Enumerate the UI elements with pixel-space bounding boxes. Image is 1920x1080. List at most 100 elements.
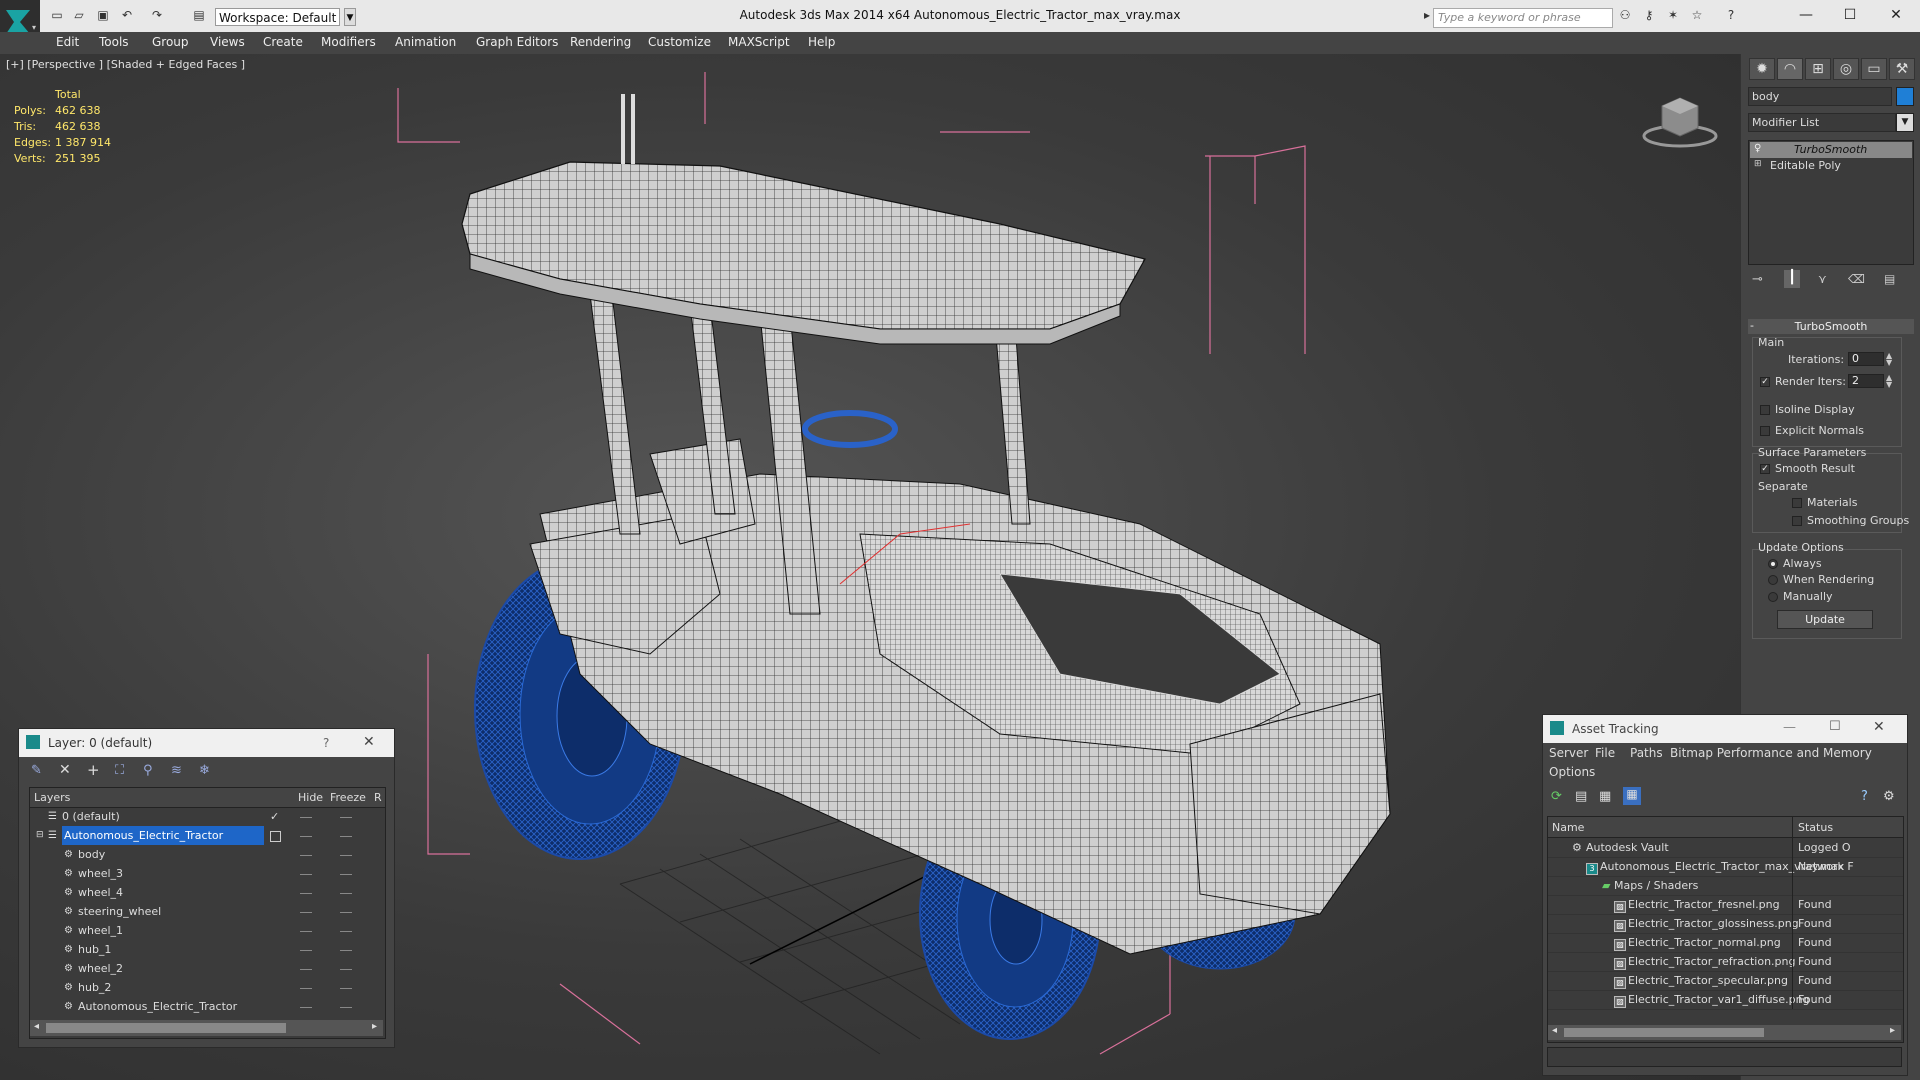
display-tab-icon[interactable]: ▭ xyxy=(1861,58,1887,80)
menu-tools[interactable]: Tools xyxy=(99,35,129,49)
asset-row[interactable]: ▨ Electric_Tractor_normal.png Found xyxy=(1548,933,1903,953)
menu-file[interactable]: File xyxy=(1595,746,1615,760)
motion-tab-icon[interactable]: ◎ xyxy=(1833,58,1859,80)
smoothing-groups-checkbox[interactable] xyxy=(1792,516,1802,526)
save-file-icon[interactable]: ▣ xyxy=(96,9,110,21)
asset-row[interactable]: 3 Autonomous_Electric_Tractor_max_vray.m… xyxy=(1548,857,1903,877)
object-row[interactable]: ⚙ wheel_4 xyxy=(30,883,385,902)
select-objects-icon[interactable]: ⛶ xyxy=(115,763,124,778)
modifier-list-dropdown[interactable]: Modifier List xyxy=(1748,113,1896,132)
chevron-down-icon[interactable]: ▼ xyxy=(1896,113,1914,132)
workspace-dropdown[interactable]: Workspace: Default xyxy=(215,8,340,26)
menu-create[interactable]: Create xyxy=(263,35,303,49)
menu-modifiers[interactable]: Modifiers xyxy=(321,35,376,49)
scroll-left-icon[interactable]: ◂ xyxy=(1552,1025,1557,1036)
object-row[interactable]: ⚙ wheel_2 xyxy=(30,959,385,978)
help-icon[interactable]: ? xyxy=(1861,789,1868,804)
manually-radio[interactable] xyxy=(1768,592,1778,602)
scroll-left-icon[interactable]: ◂ xyxy=(34,1021,39,1032)
menu-paths[interactable]: Paths xyxy=(1630,746,1663,760)
minimize-icon[interactable]: — xyxy=(1783,720,1796,735)
key-icon[interactable]: ⚷ xyxy=(1642,9,1656,21)
collapse-minus-icon[interactable]: ⊟ xyxy=(36,826,44,845)
settings-icon[interactable]: ⚙ xyxy=(1883,789,1895,804)
layer-row-selected[interactable]: ⊟ ☰ Autonomous_Electric_Tractor xyxy=(30,826,385,845)
object-row[interactable]: ⚙ Autonomous_Electric_Tractor xyxy=(30,997,385,1016)
object-row[interactable]: ⚙ body xyxy=(30,845,385,864)
menu-customize[interactable]: Customize xyxy=(648,35,711,49)
asset-row[interactable]: ▨ Electric_Tractor_var1_diffuse.png Foun… xyxy=(1548,990,1903,1010)
utilities-tab-icon[interactable]: ⚒ xyxy=(1889,58,1915,80)
maximize-icon[interactable]: ☐ xyxy=(1829,719,1841,734)
create-tab-icon[interactable]: ✹ xyxy=(1749,58,1775,80)
scroll-right-icon[interactable]: ▸ xyxy=(372,1021,377,1032)
remove-modifier-icon[interactable]: ⌫ xyxy=(1848,272,1865,286)
favorites-star-icon[interactable]: ☆ xyxy=(1690,9,1704,21)
close-icon[interactable]: ✕ xyxy=(363,734,375,750)
iterations-spinner[interactable]: 0 xyxy=(1848,352,1884,366)
col-layers[interactable]: Layers xyxy=(34,791,70,804)
scrollbar-thumb[interactable] xyxy=(46,1023,286,1033)
turbosmooth-rollout-title[interactable]: TurboSmooth xyxy=(1748,319,1914,334)
materials-checkbox[interactable] xyxy=(1792,498,1802,508)
spinner-arrows-icon[interactable]: ▲ ▼ xyxy=(1886,374,1892,389)
pin-stack-icon[interactable]: ⊸ xyxy=(1752,272,1763,287)
object-name-field[interactable]: body xyxy=(1748,87,1892,106)
layer-dialog-titlebar[interactable]: Layer: 0 (default) ? ✕ xyxy=(19,729,394,757)
menu-views[interactable]: Views xyxy=(210,35,245,49)
object-color-swatch[interactable] xyxy=(1896,87,1914,106)
undo-icon[interactable]: ↶ xyxy=(120,9,134,21)
make-unique-icon[interactable]: ⋎ xyxy=(1818,272,1827,286)
horizontal-scrollbar[interactable]: ◂ ▸ xyxy=(30,1020,383,1036)
delete-layer-icon[interactable]: ✕ xyxy=(59,762,71,778)
expand-icon[interactable]: ▸ xyxy=(1420,9,1434,21)
object-row[interactable]: ⚙ hub_2 xyxy=(30,978,385,997)
render-iters-checkbox[interactable]: ✓ xyxy=(1760,377,1770,387)
freeze-unfreeze-all-icon[interactable]: ❄ xyxy=(199,763,210,778)
stack-item-editable-poly[interactable]: ⊞ Editable Poly xyxy=(1750,158,1912,174)
lightbulb-icon[interactable]: ♀ xyxy=(1754,143,1761,154)
new-file-icon[interactable]: ▭ xyxy=(50,9,64,21)
object-row[interactable]: ⚙ steering_wheel xyxy=(30,902,385,921)
menu-edit[interactable]: Edit xyxy=(56,35,79,49)
asset-row[interactable]: ▨ Electric_Tractor_glossiness.png Found xyxy=(1548,914,1903,934)
menu-graph-editors[interactable]: Graph Editors xyxy=(476,35,558,49)
viewport-label[interactable]: [+] [Perspective ] [Shaded + Edged Faces… xyxy=(6,58,245,71)
spinner-arrows-icon[interactable]: ▲ ▼ xyxy=(1886,352,1892,367)
close-icon[interactable]: ✕ xyxy=(1876,5,1916,25)
show-end-result-icon[interactable]: ┃ xyxy=(1784,270,1800,288)
update-button[interactable]: Update xyxy=(1777,610,1873,629)
layer-row[interactable]: ☰ 0 (default) ✓ xyxy=(30,807,385,826)
when-rendering-radio[interactable] xyxy=(1768,575,1778,585)
current-layer-check-icon[interactable]: ✓ xyxy=(270,807,279,826)
asset-row[interactable]: ▨ Electric_Tractor_fresnel.png Found xyxy=(1548,895,1903,915)
col-status[interactable]: Status xyxy=(1798,821,1833,834)
menu-server[interactable]: Server xyxy=(1549,746,1588,760)
menu-bitmap-performance[interactable]: Bitmap Performance and Memory xyxy=(1670,746,1872,760)
table-view-icon[interactable]: ▦ xyxy=(1623,787,1641,805)
viewcube-icon[interactable] xyxy=(1640,84,1720,154)
always-radio[interactable] xyxy=(1768,559,1778,569)
modify-tab-icon[interactable]: ◠ xyxy=(1777,58,1803,80)
menu-group[interactable]: Group xyxy=(152,35,189,49)
asset-path-field[interactable] xyxy=(1547,1047,1902,1067)
object-row[interactable]: ⚙ wheel_3 xyxy=(30,864,385,883)
refresh-icon[interactable]: ⟳ xyxy=(1551,789,1562,804)
maximize-icon[interactable]: ☐ xyxy=(1830,5,1870,25)
close-icon[interactable]: ✕ xyxy=(1873,719,1885,735)
menu-animation[interactable]: Animation xyxy=(395,35,456,49)
hide-unhide-all-icon[interactable]: ≋ xyxy=(171,763,182,778)
menu-options[interactable]: Options xyxy=(1549,765,1595,779)
asset-row[interactable]: ⚙ Autodesk Vault Logged O xyxy=(1548,838,1903,858)
search-input[interactable]: Type a keyword or phrase xyxy=(1433,8,1613,28)
asset-dialog-titlebar[interactable]: Asset Tracking — ☐ ✕ xyxy=(1543,715,1907,743)
chevron-down-icon[interactable]: ▼ xyxy=(344,8,356,26)
menu-maxscript[interactable]: MAXScript xyxy=(728,35,790,49)
help-icon[interactable]: ? xyxy=(323,736,329,750)
tree-view-icon[interactable]: ▦ xyxy=(1599,789,1611,804)
add-to-layer-icon[interactable]: + xyxy=(87,761,100,779)
object-row[interactable]: ⚙ wheel_1 xyxy=(30,921,385,940)
col-freeze[interactable]: Freeze xyxy=(330,791,366,804)
col-render[interactable]: R xyxy=(374,791,382,804)
smooth-result-checkbox[interactable]: ✓ xyxy=(1760,464,1770,474)
